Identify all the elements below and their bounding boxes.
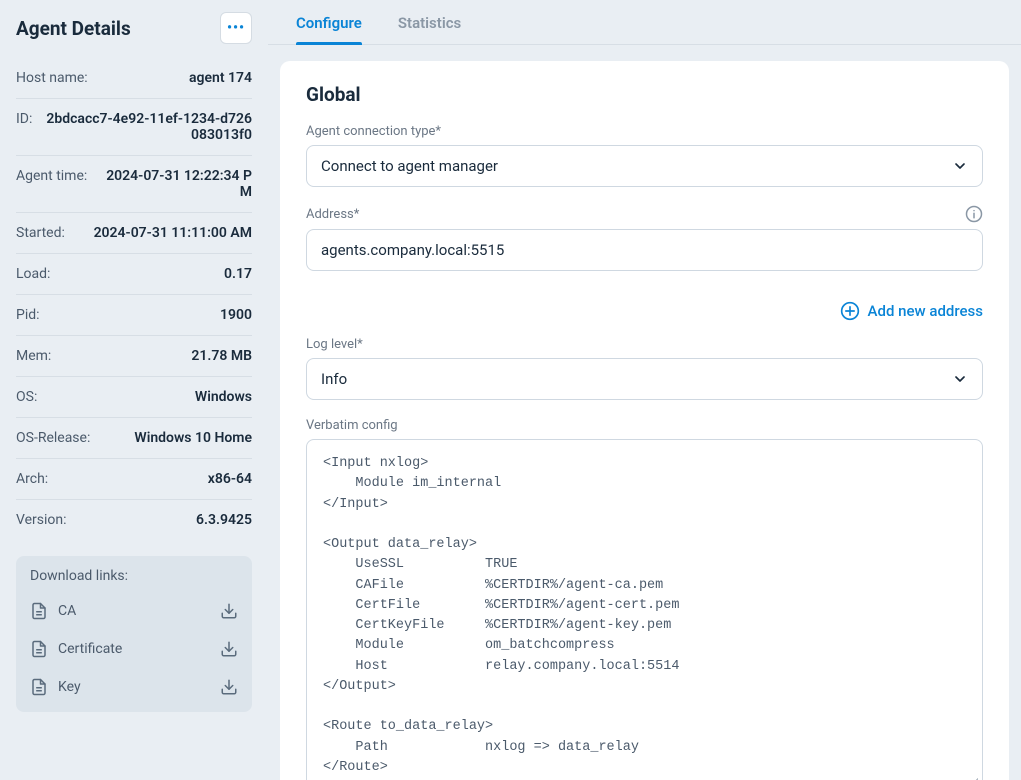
download-links-panel: Download links: CA Certificate Key — [16, 556, 252, 712]
main-panel: Configure Statistics Global Agent connec… — [268, 0, 1021, 780]
tab-statistics[interactable]: Statistics — [398, 14, 461, 44]
log-level-value: Info — [321, 370, 347, 388]
download-link[interactable]: Key — [30, 668, 238, 706]
verbatim-label: Verbatim config — [306, 418, 983, 433]
add-address-label: Add new address — [868, 302, 983, 320]
tab-bar: Configure Statistics — [268, 0, 1021, 45]
chevron-down-icon — [952, 371, 968, 387]
download-link[interactable]: CA — [30, 592, 238, 630]
add-address-button[interactable]: Add new address — [840, 301, 983, 321]
address-group: Address* agents.company.local:5515 — [306, 205, 983, 271]
info-label: OS: — [16, 389, 37, 405]
ellipsis-icon: ••• — [227, 21, 245, 35]
connection-type-group: Agent connection type* Connect to agent … — [306, 124, 983, 187]
info-row: OS-Release: Windows 10 Home — [16, 418, 252, 459]
info-row: OS: Windows — [16, 377, 252, 418]
download-link[interactable]: Certificate — [30, 630, 238, 668]
global-config-card: Global Agent connection type* Connect to… — [280, 61, 1009, 780]
sidebar-header: Agent Details ••• — [16, 12, 252, 44]
info-value: 2024-07-31 11:11:00 AM — [94, 225, 252, 241]
chevron-down-icon — [952, 158, 968, 174]
agent-info-list: Host name: agent 174 ID: 2bdcacc7-4e92-11ef… — [16, 58, 252, 540]
info-value: Windows 10 Home — [134, 430, 252, 446]
info-value: x86-64 — [208, 471, 252, 487]
info-row: Pid: 1900 — [16, 295, 252, 336]
log-level-select[interactable]: Info — [306, 358, 983, 400]
info-value: Windows — [195, 389, 252, 405]
info-row: ID: 2bdcacc7-4e92-11ef-1234-d726083013f0 — [16, 99, 252, 156]
file-icon — [30, 640, 48, 658]
info-value: 2024-07-31 12:22:34 PM — [97, 168, 252, 200]
address-label: Address* — [306, 207, 359, 222]
info-value: 6.3.9425 — [196, 512, 252, 528]
add-address-row: Add new address — [306, 301, 983, 321]
info-value: agent 174 — [189, 70, 252, 86]
info-label: ID: — [16, 111, 32, 127]
download-icon — [220, 640, 238, 658]
connection-type-label: Agent connection type* — [306, 124, 983, 139]
info-value: 1900 — [220, 307, 252, 323]
info-row: Arch: x86-64 — [16, 459, 252, 500]
address-value: agents.company.local:5515 — [321, 241, 504, 259]
verbatim-group: Verbatim config <Input nxlog> Module im_… — [306, 418, 983, 780]
info-label: Mem: — [16, 348, 51, 364]
verbatim-config-textarea[interactable]: <Input nxlog> Module im_internal </Input… — [306, 439, 983, 780]
address-input[interactable]: agents.company.local:5515 — [306, 229, 983, 271]
file-icon — [30, 678, 48, 696]
info-value: 0.17 — [224, 266, 252, 282]
info-label: Pid: — [16, 307, 40, 323]
info-value: 2bdcacc7-4e92-11ef-1234-d726083013f0 — [42, 111, 252, 143]
download-label: CA — [58, 603, 76, 619]
info-label: Host name: — [16, 70, 88, 86]
global-title: Global — [306, 83, 983, 106]
info-row: Mem: 21.78 MB — [16, 336, 252, 377]
info-row: Agent time: 2024-07-31 12:22:34 PM — [16, 156, 252, 213]
info-label: Started: — [16, 225, 65, 241]
info-label: Version: — [16, 512, 67, 528]
download-icon — [220, 678, 238, 696]
info-icon[interactable] — [965, 205, 983, 223]
info-value: 21.78 MB — [191, 348, 252, 364]
info-label: Load: — [16, 266, 50, 282]
sidebar-title: Agent Details — [16, 17, 131, 40]
download-links-title: Download links: — [30, 568, 238, 584]
info-label: OS-Release: — [16, 430, 90, 446]
info-row: Started: 2024-07-31 11:11:00 AM — [16, 213, 252, 254]
more-actions-button[interactable]: ••• — [220, 12, 252, 44]
tab-configure[interactable]: Configure — [296, 14, 362, 44]
log-level-group: Log level* Info — [306, 337, 983, 400]
info-row: Load: 0.17 — [16, 254, 252, 295]
download-label: Certificate — [58, 641, 122, 657]
connection-type-value: Connect to agent manager — [321, 157, 498, 175]
plus-circle-icon — [840, 301, 860, 321]
file-icon — [30, 602, 48, 620]
connection-type-select[interactable]: Connect to agent manager — [306, 145, 983, 187]
download-icon — [220, 602, 238, 620]
info-row: Host name: agent 174 — [16, 58, 252, 99]
agent-details-sidebar: Agent Details ••• Host name: agent 174 ID:… — [0, 0, 268, 780]
info-label: Arch: — [16, 471, 48, 487]
info-row: Version: 6.3.9425 — [16, 500, 252, 540]
info-label: Agent time: — [16, 168, 87, 184]
download-label: Key — [58, 679, 81, 695]
log-level-label: Log level* — [306, 337, 983, 352]
